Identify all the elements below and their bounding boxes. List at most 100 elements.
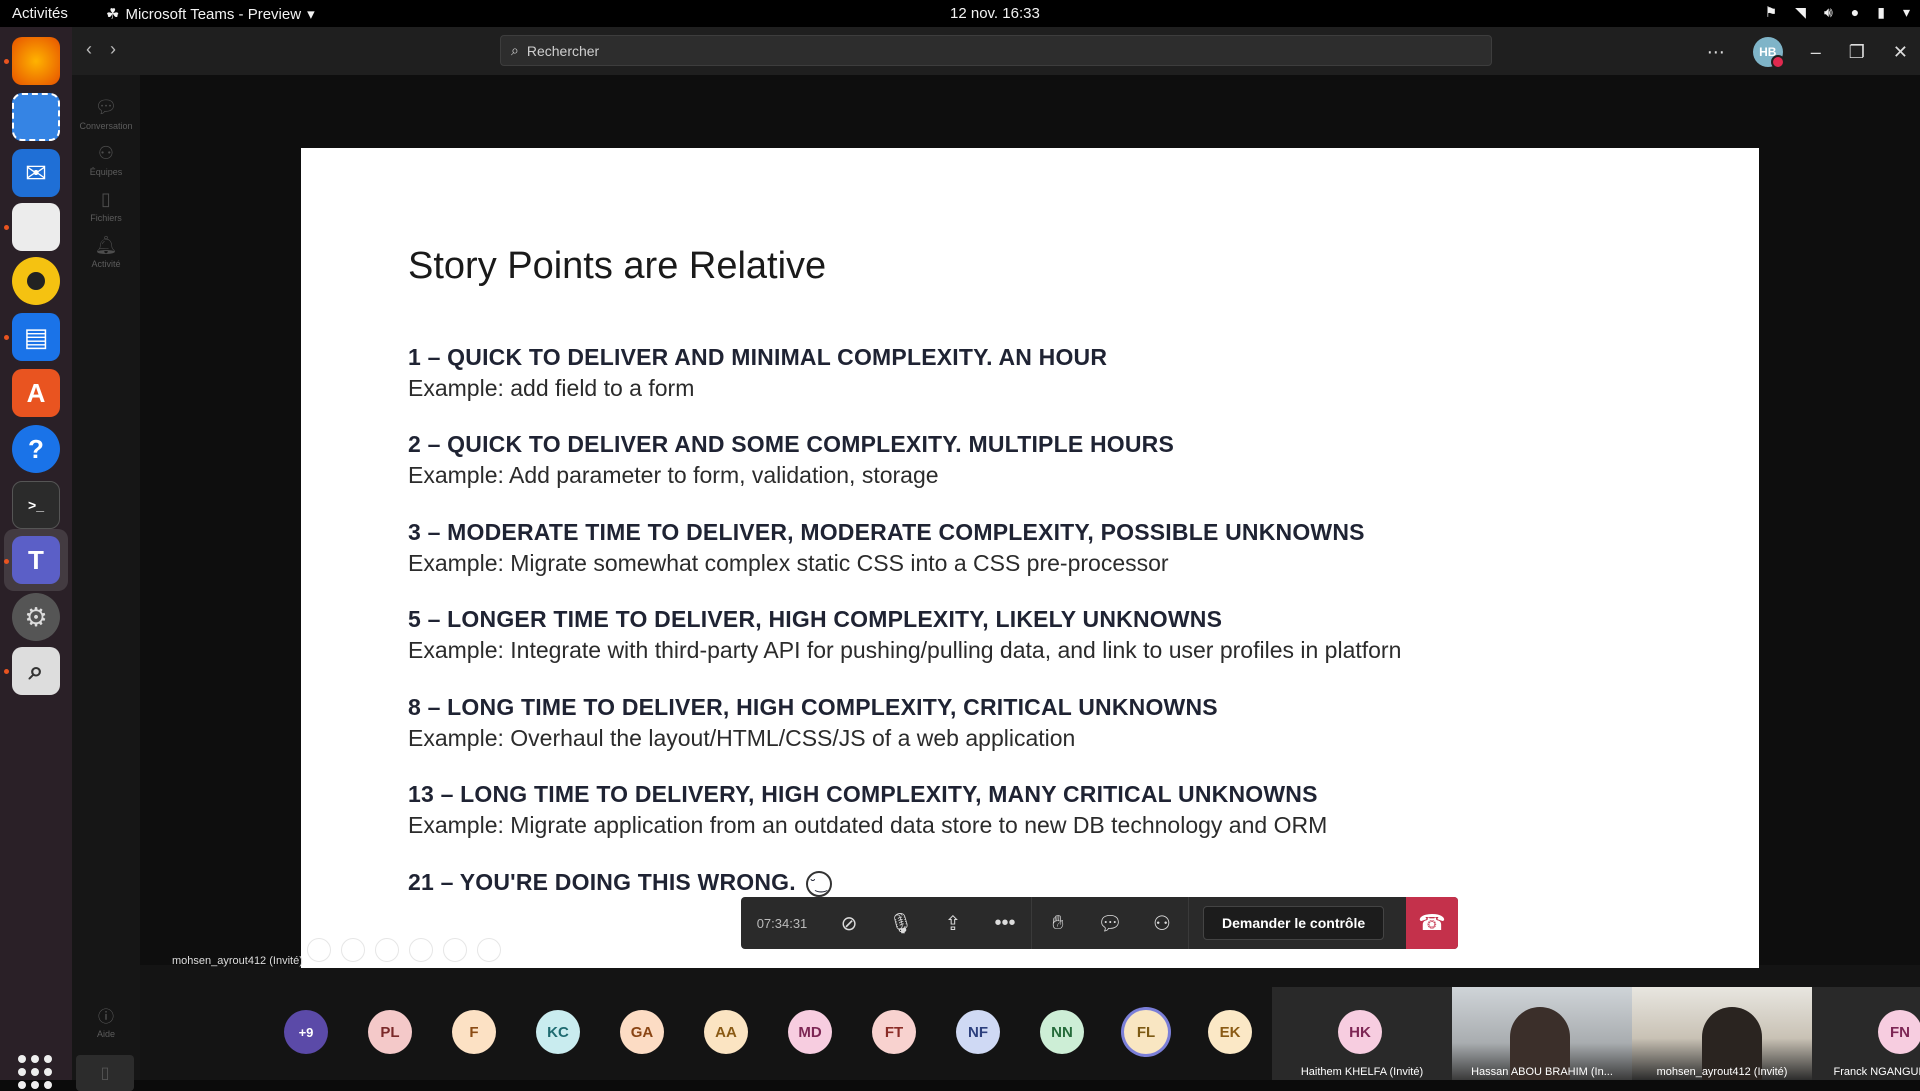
- point-heading: 2 – QUICK TO DELIVER AND SOME COMPLEXITY…: [408, 431, 1175, 457]
- activities-button[interactable]: Activités: [12, 5, 68, 22]
- point-heading: 13 – LONG TIME TO DELIVERY, HIGH COMPLEX…: [408, 781, 1318, 807]
- more-actions-icon[interactable]: •••: [979, 897, 1031, 949]
- camera-off-icon[interactable]: ⊘: [823, 897, 875, 949]
- participant-video-tile[interactable]: Hassan ABOU BRAHIM (In...: [1452, 987, 1632, 1080]
- participant-tile[interactable]: FN Franck NGANGUEN (Invité): [1812, 987, 1920, 1080]
- story-point-5: 5 – LONGER TIME TO DELIVER, HIGH COMPLEX…: [408, 606, 1401, 664]
- participant-avatar[interactable]: MD: [788, 1010, 832, 1054]
- divider: [1188, 897, 1189, 949]
- terminal-icon[interactable]: >_: [12, 481, 60, 529]
- story-point-13: 13 – LONG TIME TO DELIVERY, HIGH COMPLEX…: [408, 781, 1327, 839]
- window-controls: ⋯ HB – ❐ ✕: [1707, 37, 1908, 69]
- participant-avatar: FN: [1878, 1010, 1920, 1054]
- point-example: Example: Overhaul the layout/HTML/CSS/JS…: [408, 725, 1076, 751]
- prev-slide-icon[interactable]: [307, 938, 331, 962]
- writer-icon[interactable]: ▤: [12, 313, 60, 361]
- participant-avatar[interactable]: F: [452, 1010, 496, 1054]
- rail-item-help[interactable]: ⓘ Aide: [72, 1003, 140, 1039]
- running-indicator: [4, 669, 9, 674]
- point-example: Example: Add parameter to form, validati…: [408, 462, 939, 488]
- story-point-8: 8 – LONG TIME TO DELIVER, HIGH COMPLEXIT…: [408, 694, 1218, 752]
- point-heading: 1 – QUICK TO DELIVER AND MINIMAL COMPLEX…: [408, 344, 1108, 370]
- participant-avatar[interactable]: AA: [704, 1010, 748, 1054]
- chevron-down-icon[interactable]: ▾: [1903, 4, 1910, 21]
- minimize-icon[interactable]: –: [1811, 42, 1821, 63]
- call-timer: 07:34:31: [756, 915, 808, 931]
- system-top-bar: Activités ☘ Microsoft Teams - Preview ▾ …: [0, 0, 1920, 27]
- firefox-icon[interactable]: [12, 37, 60, 85]
- app-menu[interactable]: ☘ Microsoft Teams - Preview ▾: [106, 5, 315, 24]
- rail-item-files[interactable]: ▯ Fichiers: [72, 189, 140, 223]
- teams-window: ‹ › ⌕ Rechercher ⋯ HB – ❐ ✕ 💬︎ Conversat…: [72, 27, 1920, 1091]
- participant-avatar-speaking[interactable]: FL: [1124, 1010, 1168, 1054]
- rail-item-label: Fichiers: [90, 213, 122, 223]
- show-apps-icon[interactable]: [18, 1055, 52, 1089]
- raise-hand-icon[interactable]: ✋︎: [1032, 897, 1084, 949]
- history-nav: ‹ ›: [86, 39, 116, 60]
- thunderbird-icon[interactable]: ✉: [12, 149, 60, 197]
- clock[interactable]: 12 nov. 16:33: [950, 5, 1040, 22]
- share-screen-icon[interactable]: ⇪: [927, 897, 979, 949]
- participant-video-tile[interactable]: mohsen_ayrout412 (Invité): [1632, 987, 1812, 1080]
- participant-avatar[interactable]: GA: [620, 1010, 664, 1054]
- settings-gear-icon[interactable]: ⚙: [12, 593, 60, 641]
- point-heading: 3 – MODERATE TIME TO DELIVER, MODERATE C…: [408, 519, 1365, 545]
- rail-item-teams[interactable]: ⚇ Équipes: [72, 143, 140, 177]
- title-bar: ‹ › ⌕ Rechercher ⋯ HB – ❐ ✕: [72, 27, 1920, 75]
- rail-item-conversation[interactable]: 💬︎ Conversation: [72, 97, 140, 131]
- story-point-2: 2 – QUICK TO DELIVER AND SOME COMPLEXITY…: [408, 431, 1174, 489]
- software-center-icon[interactable]: A: [12, 369, 60, 417]
- grid-icon[interactable]: [409, 938, 433, 962]
- rail-item-label: Équipes: [89, 167, 123, 177]
- teams-tray-icon[interactable]: ⚑: [1765, 4, 1778, 21]
- participant-avatar: HK: [1338, 1010, 1382, 1054]
- teams-icon[interactable]: T: [12, 536, 60, 584]
- files-icon[interactable]: [12, 203, 60, 251]
- chat-bubble-icon[interactable]: 💬︎: [1084, 897, 1136, 949]
- screenshot-icon[interactable]: [12, 93, 60, 141]
- maximize-icon[interactable]: ❐: [1849, 42, 1865, 63]
- participant-avatar[interactable]: KC: [536, 1010, 580, 1054]
- participant-avatar[interactable]: NN: [1040, 1010, 1084, 1054]
- close-icon[interactable]: ✕: [1893, 42, 1908, 63]
- hang-up-button[interactable]: ☎: [1406, 897, 1458, 949]
- point-example: Example: Migrate application from an out…: [408, 812, 1328, 838]
- point-example: Example: add field to a form: [408, 375, 695, 401]
- overflow-participants-button[interactable]: +9: [284, 1010, 328, 1054]
- user-avatar[interactable]: HB: [1752, 37, 1785, 69]
- mic-muted-icon[interactable]: 🎙︎: [875, 897, 927, 949]
- slide-title: Story Points are Relative: [408, 245, 827, 287]
- participant-name: Hassan ABOU BRAHIM (In...: [1471, 1066, 1613, 1078]
- search-placeholder: Rechercher: [526, 42, 600, 59]
- participant-avatar[interactable]: NF: [956, 1010, 1000, 1054]
- point-example: Example: Migrate somewhat complex static…: [408, 550, 1169, 576]
- more-options-icon[interactable]: ⋯: [1707, 42, 1725, 63]
- rhythmbox-icon[interactable]: [12, 257, 60, 305]
- back-arrow-icon[interactable]: ‹: [86, 39, 92, 60]
- pen-icon[interactable]: [375, 938, 399, 962]
- participant-avatar[interactable]: PL: [368, 1010, 412, 1054]
- participant-name: mohsen_ayrout412 (Invité): [1656, 1066, 1788, 1078]
- next-slide-icon[interactable]: [341, 938, 365, 962]
- request-control-button[interactable]: Demander le contrôle: [1203, 906, 1385, 940]
- more-icon[interactable]: [477, 938, 501, 962]
- forward-arrow-icon[interactable]: ›: [110, 39, 116, 60]
- left-rail: 💬︎ Conversation ⚇ Équipes ▯ Fichiers 🔔︎ …: [72, 75, 140, 1091]
- running-indicator: [4, 225, 9, 230]
- search-input[interactable]: ⌕ Rechercher: [500, 35, 1492, 66]
- shared-slide: Story Points are Relative 1 – QUICK TO D…: [301, 148, 1759, 968]
- rail-item-label: Conversation: [79, 121, 133, 131]
- participant-avatar[interactable]: EK: [1208, 1010, 1252, 1054]
- system-tray[interactable]: ⚑ ◥ 🔊︎ ● ▮ ▾: [1765, 4, 1910, 21]
- slide-toolbar: [307, 938, 501, 962]
- magnifier-icon[interactable]: ⌕: [12, 647, 60, 695]
- device-button[interactable]: ▯: [76, 1055, 134, 1091]
- zoom-icon[interactable]: [443, 938, 467, 962]
- participant-tile[interactable]: HK Haithem KHELFA (Invité): [1272, 987, 1452, 1080]
- help-icon[interactable]: ?: [12, 425, 60, 473]
- participant-avatar[interactable]: FT: [872, 1010, 916, 1054]
- phone-icon: ▯: [100, 1065, 110, 1082]
- rail-item-activity[interactable]: 🔔︎ Activité: [72, 235, 140, 269]
- volume-icon: 🔊︎: [1823, 4, 1833, 20]
- participants-icon[interactable]: ⚇: [1136, 897, 1188, 949]
